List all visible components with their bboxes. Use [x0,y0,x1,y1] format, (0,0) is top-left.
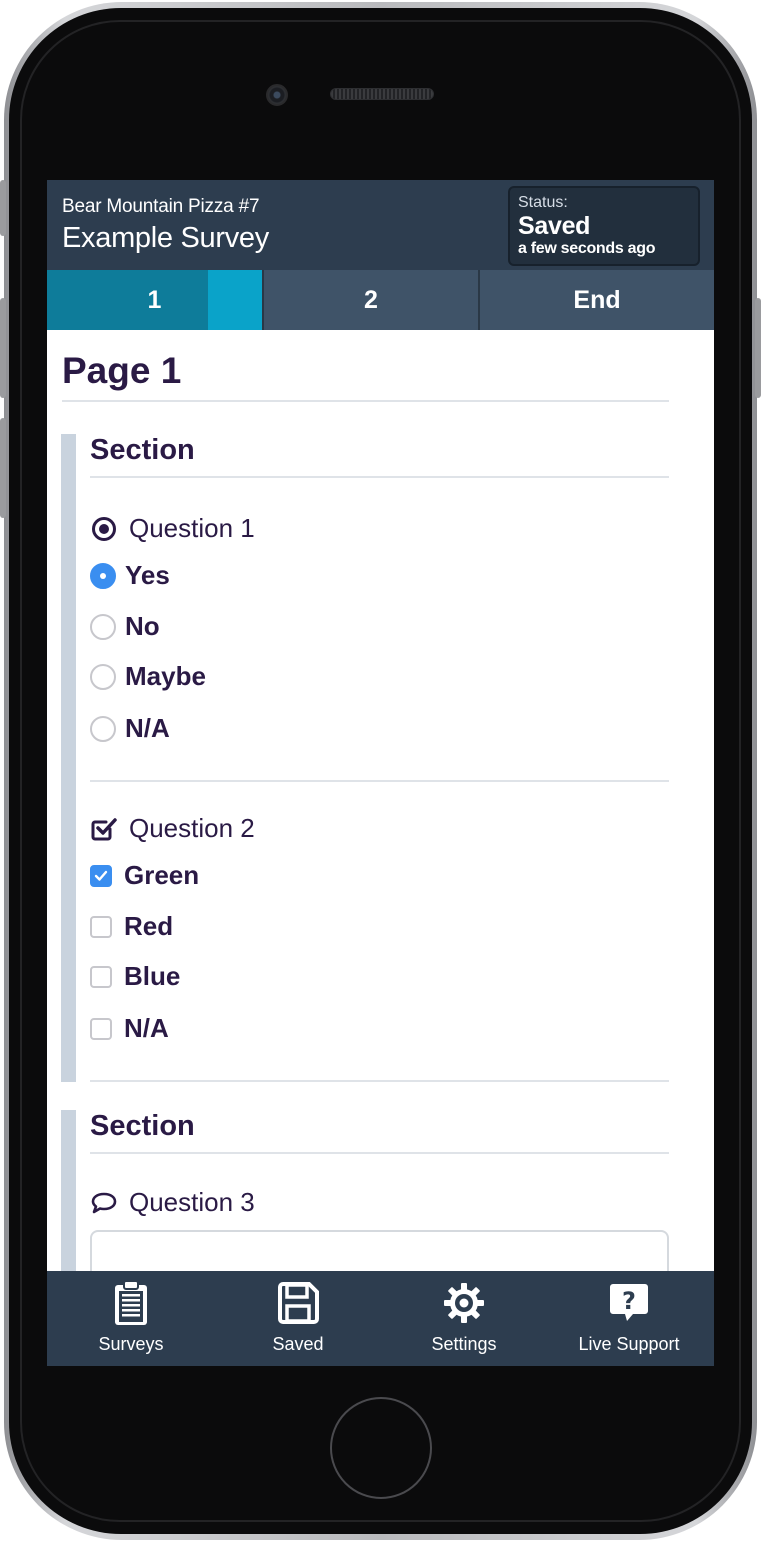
option-label: N/A [125,713,170,743]
checkbox[interactable] [90,915,112,938]
option-label: Blue [124,961,181,991]
nav-label: Settings [431,1334,497,1354]
earpiece-speaker [330,88,434,100]
question-label: Question 2 [129,813,255,843]
checkbox-option-red[interactable]: Red [90,911,173,942]
tab-page-2[interactable]: 2 [264,270,480,330]
divider [90,1080,669,1082]
option-label: Red [124,911,174,941]
checkbox[interactable] [90,1017,112,1040]
question-title: Question 1 [90,513,255,544]
volume-down-button [0,418,6,518]
floppy-disk-icon [276,1281,320,1325]
front-camera [266,84,288,106]
radio-button[interactable] [90,715,116,742]
section-indicator-bar [61,1110,76,1280]
status-box: Status: Saved a few seconds ago [508,186,700,266]
status-label: Status: [518,194,568,211]
volume-up-button [0,298,6,398]
checkbox-option-green[interactable]: Green [90,860,199,891]
status-value: Saved [518,212,591,240]
section-title: Section [90,1110,195,1142]
option-label: Green [124,860,200,890]
home-button[interactable] [330,1397,432,1499]
nav-settings[interactable]: Settings [422,1271,506,1366]
nav-label: Live Support [578,1334,680,1354]
question-title: Question 2 [90,813,255,844]
radio-button[interactable] [90,613,116,640]
status-time: a few seconds ago [518,240,656,257]
comment-icon [90,1189,118,1217]
option-label: Yes [125,560,170,590]
app-header: Bear Mountain Pizza #7 Example Survey St… [47,180,714,270]
checkbox-option-na[interactable]: N/A [90,1013,169,1044]
tab-page-1[interactable]: 1 [47,270,264,330]
tab-label: 2 [364,285,378,314]
nav-saved[interactable]: Saved [256,1271,340,1366]
nav-surveys[interactable]: Surveys [89,1271,173,1366]
divider [90,1152,669,1154]
tab-label: End [573,285,621,314]
nav-label: Saved [272,1334,324,1354]
svg-text:?: ? [622,1287,636,1315]
page-title: Page 1 [62,350,182,391]
mute-switch [0,180,6,236]
radio-option-maybe[interactable]: Maybe [90,661,206,692]
nav-live-support[interactable]: ? Live Support [578,1271,680,1366]
bottom-nav: Surveys Saved Settings ? Live Support [47,1271,714,1366]
gear-icon [442,1281,486,1325]
radio-option-yes[interactable]: Yes [90,560,170,591]
radio-question-icon [90,515,118,543]
store-name: Bear Mountain Pizza #7 [62,196,260,217]
question-title: Question 3 [90,1187,255,1218]
clipboard-icon [109,1280,153,1325]
divider [62,400,669,402]
checkbox[interactable] [90,864,112,887]
survey-title: Example Survey [62,222,269,254]
option-label: Maybe [125,661,206,691]
tab-end[interactable]: End [480,270,714,330]
option-label: N/A [124,1013,169,1043]
phone-frame: Bear Mountain Pizza #7 Example Survey St… [0,0,761,1542]
radio-option-no[interactable]: No [90,611,160,642]
nav-label: Surveys [98,1334,164,1354]
page-progress-bar [208,270,262,330]
question-label: Question 1 [129,513,255,543]
section-indicator-bar [61,434,76,1082]
checkbox-option-blue[interactable]: Blue [90,961,180,992]
radio-button[interactable] [90,562,116,589]
tab-label: 1 [147,285,162,314]
radio-option-na[interactable]: N/A [90,713,170,744]
divider [90,780,669,782]
app-screen: Bear Mountain Pizza #7 Example Survey St… [47,180,714,1366]
page-tabs: 1 2 End [47,270,714,330]
power-button [755,298,761,398]
survey-content[interactable]: Page 1 Section Question 1 Yes No Maybe N… [47,330,714,1290]
checkbox[interactable] [90,965,112,988]
question-label: Question 3 [129,1187,255,1217]
section-title: Section [90,434,195,466]
divider [90,476,669,478]
radio-button[interactable] [90,663,116,690]
checkbox-question-icon [90,815,118,843]
option-label: No [125,611,160,641]
help-bubble-icon: ? [607,1281,651,1325]
